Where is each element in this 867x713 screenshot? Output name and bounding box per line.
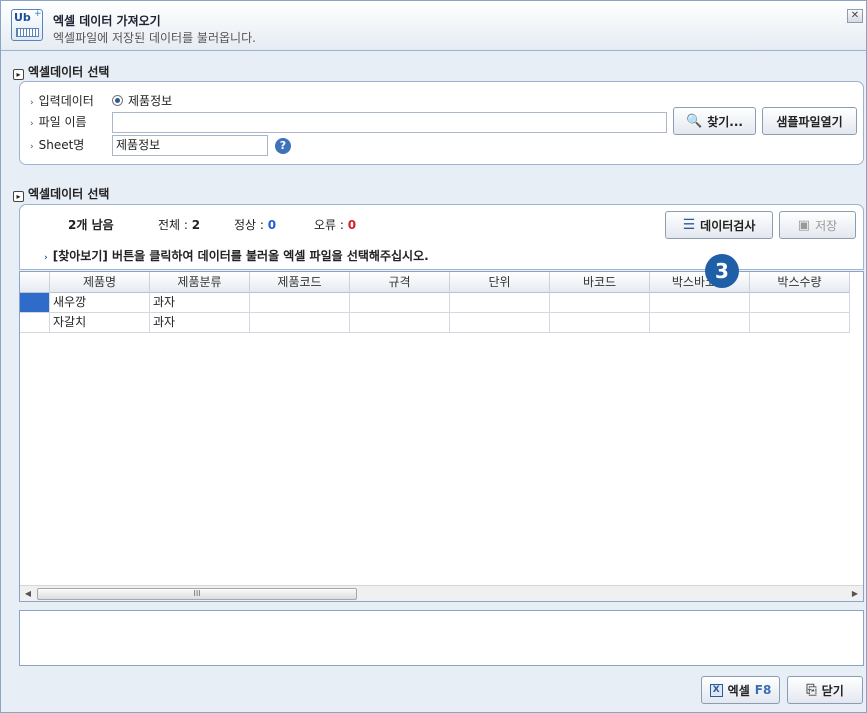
message-area[interactable]: [19, 610, 864, 666]
error-count: 오류 : 0: [314, 218, 357, 232]
table-cell[interactable]: [350, 293, 450, 313]
row-indicator[interactable]: [20, 313, 50, 333]
section-excel-select-title: ▸ 엑셀데이터 선택: [13, 63, 109, 80]
table-cell[interactable]: 과자: [150, 313, 250, 333]
checklist-icon: ☰: [682, 217, 696, 233]
table-cell[interactable]: [350, 313, 450, 333]
arrow-icon: ›: [30, 119, 34, 129]
file-name-field[interactable]: [112, 112, 667, 133]
table-cell[interactable]: [250, 293, 350, 313]
data-grid[interactable]: 제품명 제품분류 제품코드 규격 단위 바코드 박스바코드 박스수량 새우깡 과…: [19, 271, 864, 602]
table-cell[interactable]: 자갈치: [50, 313, 150, 333]
product-info-radio-label[interactable]: 제품정보: [128, 92, 172, 109]
column-header[interactable]: 단위: [450, 272, 550, 293]
data-check-button[interactable]: ☰ 데이터검사: [665, 211, 773, 239]
excel-shortcut: F8: [754, 683, 772, 697]
save-button[interactable]: ▣ 저장: [779, 211, 856, 239]
sample-file-button[interactable]: 샘플파일열기: [762, 107, 857, 135]
close-button[interactable]: ⎘ 닫기: [787, 676, 863, 704]
table-cell[interactable]: [550, 293, 650, 313]
close-door-icon: ⎘: [806, 682, 817, 698]
close-icon[interactable]: ✕: [847, 9, 863, 23]
normal-count: 정상 : 0: [234, 218, 277, 232]
app-logo-icon: Ub +: [11, 9, 43, 41]
table-cell[interactable]: [750, 293, 850, 313]
table-cell[interactable]: [650, 313, 750, 333]
dialog-subtitle: 엑셀파일에 저장된 데이터를 불러옵니다.: [53, 31, 256, 45]
instruction-text: › [찾아보기] 버튼을 클릭하여 데이터를 불러올 엑셀 파일을 선택해주십시오…: [44, 249, 429, 263]
arrow-icon: ›: [30, 98, 34, 108]
help-icon[interactable]: ?: [275, 138, 291, 154]
remaining-count: 2개 남음: [68, 218, 114, 232]
excel-button[interactable]: X 엑셀 F8: [701, 676, 780, 704]
step-badge: 3: [705, 254, 739, 288]
table-row[interactable]: 자갈치 과자: [20, 313, 850, 333]
scroll-left-icon[interactable]: ◀: [20, 586, 36, 601]
column-header[interactable]: 박스수량: [750, 272, 850, 293]
table-cell[interactable]: [750, 313, 850, 333]
scrollbar-thumb[interactable]: III: [37, 588, 357, 600]
scroll-right-icon[interactable]: ▶: [847, 586, 863, 601]
section-excel-data-title: ▸ 엑셀데이터 선택: [13, 185, 109, 202]
excel-icon: X: [709, 683, 723, 697]
search-icon: 🔍: [686, 113, 703, 129]
table-cell[interactable]: [450, 293, 550, 313]
table-cell[interactable]: [450, 313, 550, 333]
column-header[interactable]: 제품분류: [150, 272, 250, 293]
product-info-radio[interactable]: [112, 95, 123, 106]
row-indicator-header: [20, 272, 50, 293]
data-status-panel: 2개 남음 전체 : 2 정상 : 0 오류 : 0 ☰ 데이터검사 ▣ 저장 …: [19, 204, 864, 270]
column-header[interactable]: 제품코드: [250, 272, 350, 293]
column-header[interactable]: 규격: [350, 272, 450, 293]
input-data-label: › 입력데이터: [30, 94, 94, 108]
table-cell[interactable]: 새우깡: [50, 293, 150, 313]
table-cell[interactable]: [650, 293, 750, 313]
save-icon: ▣: [797, 217, 811, 233]
browse-button[interactable]: 🔍 찾기...: [673, 107, 756, 135]
horizontal-scrollbar[interactable]: ◀ III ▶: [20, 585, 863, 601]
section-bullet-icon: ▸: [13, 191, 24, 202]
arrow-icon: ›: [30, 142, 34, 152]
row-indicator[interactable]: [20, 293, 50, 313]
table-row[interactable]: 새우깡 과자: [20, 293, 850, 313]
sheet-name-label: › Sheet명: [30, 138, 85, 152]
sheet-name-field[interactable]: 제품정보: [112, 135, 268, 156]
file-name-label: › 파일 이름: [30, 115, 87, 129]
table-cell[interactable]: [550, 313, 650, 333]
dialog-title: 엑셀 데이터 가져오기: [53, 14, 161, 28]
section-bullet-icon: ▸: [13, 69, 24, 80]
excel-import-dialog: Ub + 엑셀 데이터 가져오기 엑셀파일에 저장된 데이터를 불러옵니다. ✕ …: [0, 0, 867, 713]
table-cell[interactable]: 과자: [150, 293, 250, 313]
arrow-icon: ›: [44, 253, 48, 263]
column-header[interactable]: 제품명: [50, 272, 150, 293]
column-header[interactable]: 바코드: [550, 272, 650, 293]
excel-select-panel: › 입력데이터 제품정보 › 파일 이름 🔍 찾기... 샘플파일열기 › Sheet…: [19, 81, 864, 165]
title-bar: Ub + 엑셀 데이터 가져오기 엑셀파일에 저장된 데이터를 불러옵니다. ✕: [1, 1, 866, 51]
table-cell[interactable]: [250, 313, 350, 333]
total-count: 전체 : 2: [158, 218, 201, 232]
